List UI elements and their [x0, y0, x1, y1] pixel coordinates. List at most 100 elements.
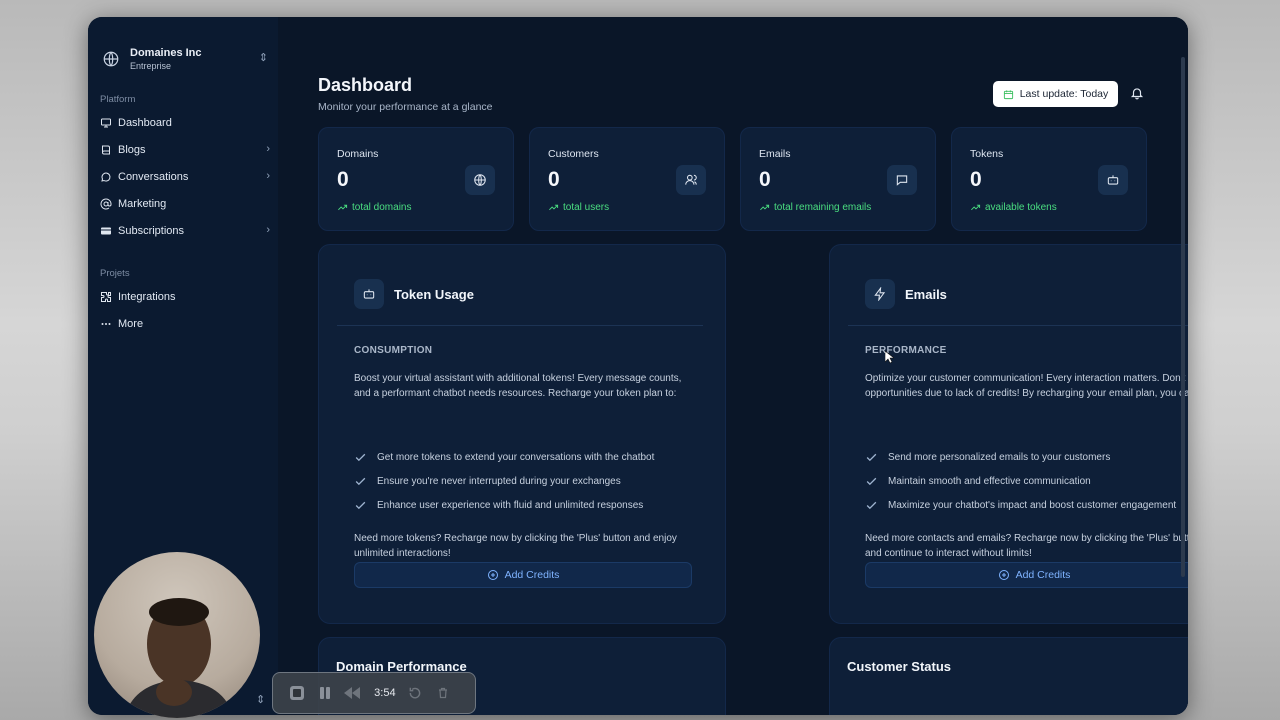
plus-circle-icon: [998, 570, 1009, 580]
trending-up-icon: [338, 204, 348, 211]
token-usage-panel: Token Usage CONSUMPTION Boost your virtu…: [318, 244, 726, 624]
panel-header: Emails: [865, 279, 947, 309]
pause-button[interactable]: [315, 683, 335, 703]
section-platform: Platform: [100, 94, 136, 105]
sidebar-item-label: More: [118, 318, 144, 330]
divider: [337, 325, 703, 326]
recording-time: 3:54: [374, 687, 396, 699]
sidebar-item-label: Blogs: [118, 144, 146, 156]
trending-up-icon: [760, 204, 770, 211]
main-content: Dashboard Monitor your performance at a …: [278, 17, 1188, 715]
users-icon: [676, 165, 706, 195]
stat-label: Tokens: [970, 148, 1004, 160]
sidebar-item-dashboard[interactable]: Dashboard: [100, 113, 270, 133]
panel-title: Emails: [905, 286, 947, 302]
stat-card-customers: Customers 0 total users: [529, 127, 725, 231]
chevron-right-icon: ›: [266, 170, 270, 182]
panel-description: Boost your virtual assistant with additi…: [354, 373, 682, 399]
scrollbar[interactable]: [1181, 57, 1185, 577]
stat-value: 0: [759, 168, 771, 191]
check-icon: [866, 453, 877, 462]
list-item-label: Maximize your chatbot's impact and boost…: [888, 500, 1177, 511]
stat-trend-label: total remaining emails: [774, 202, 872, 213]
org-name: Domaines Inc: [130, 47, 202, 59]
chevron-updown-icon[interactable]: ⇕: [256, 693, 265, 706]
list-item-label: Maintain smooth and effective communicat…: [888, 476, 1091, 487]
dots-icon: [100, 318, 112, 330]
list-item: Maximize your chatbot's impact and boost…: [865, 499, 1176, 512]
list-item: Send more personalized emails to your cu…: [865, 451, 1110, 464]
stat-value: 0: [337, 168, 349, 191]
message-icon: [887, 165, 917, 195]
list-item: Enhance user experience with fluid and u…: [354, 499, 643, 512]
bell-icon[interactable]: [1130, 86, 1144, 100]
check-icon: [355, 453, 366, 462]
sidebar-item-marketing[interactable]: Marketing: [100, 194, 270, 214]
stat-card-tokens: Tokens 0 available tokens: [951, 127, 1147, 231]
list-item-label: Enhance user experience with fluid and u…: [377, 500, 644, 511]
sidebar-item-label: Subscriptions: [118, 225, 185, 237]
sidebar-item-label: Marketing: [118, 198, 167, 210]
panel-note: Need more tokens? Recharge now by clicki…: [354, 533, 677, 559]
check-icon: [866, 477, 877, 486]
restart-icon[interactable]: [406, 683, 426, 703]
globe-logo-icon: [100, 48, 122, 70]
stat-value: 0: [548, 168, 560, 191]
trash-icon[interactable]: [433, 683, 453, 703]
rewind-button[interactable]: [342, 683, 362, 703]
sidebar-item-more[interactable]: More: [100, 314, 270, 334]
bot-icon: [354, 279, 384, 309]
presenter-video-icon: [124, 598, 234, 718]
list-item-label: Get more tokens to extend your conversat…: [377, 452, 655, 463]
sidebar-item-blogs[interactable]: Blogs ›: [100, 140, 270, 160]
list-item: Ensure you're never interrupted during y…: [354, 475, 621, 488]
sidebar-item-integrations[interactable]: Integrations: [100, 287, 270, 307]
list-item: Get more tokens to extend your conversat…: [354, 451, 654, 464]
section-projects: Projets: [100, 268, 130, 279]
emails-panel: Emails PERFORMANCE Optimize your custome…: [829, 244, 1188, 624]
stat-trend-label: available tokens: [985, 202, 1057, 213]
last-update-label: Last update: Today: [1019, 88, 1109, 100]
card-title: Customer Status: [847, 659, 952, 674]
chevron-right-icon: ›: [266, 143, 270, 155]
puzzle-icon: [100, 291, 112, 303]
add-credits-label: Add Credits: [1015, 569, 1071, 581]
trending-up-icon: [549, 204, 559, 211]
panel-description: Optimize your customer communication! Ev…: [865, 373, 1188, 399]
stat-label: Domains: [337, 148, 379, 160]
credit-card-icon: [100, 225, 112, 237]
add-credits-button[interactable]: Add Credits: [354, 562, 692, 588]
check-icon: [355, 501, 366, 510]
chevron-updown-icon: ⇕: [258, 52, 268, 64]
sidebar-item-conversations[interactable]: Conversations ›: [100, 167, 270, 187]
panel-header: Token Usage: [354, 279, 474, 309]
customer-status-card: Customer Status: [829, 637, 1188, 715]
add-credits-button[interactable]: Add Credits: [865, 562, 1188, 588]
add-credits-label: Add Credits: [504, 569, 560, 581]
recording-controls: 3:54: [272, 672, 476, 714]
list-item: Maintain smooth and effective communicat…: [865, 475, 1091, 488]
panel-eyebrow: PERFORMANCE: [865, 345, 947, 356]
sidebar-item-label: Conversations: [118, 171, 189, 183]
check-icon: [355, 477, 366, 486]
stat-trend: total users: [548, 202, 609, 213]
bot-icon: [1098, 165, 1128, 195]
stat-trend: total domains: [337, 202, 411, 213]
org-plan: Entreprise: [130, 61, 172, 71]
at-icon: [100, 198, 112, 210]
chevron-right-icon: ›: [266, 224, 270, 236]
book-icon: [100, 144, 112, 156]
last-update-button[interactable]: Last update: Today: [993, 81, 1118, 107]
divider: [848, 325, 1188, 326]
stat-label: Customers: [548, 148, 599, 160]
org-switcher[interactable]: Domaines Inc Entreprise ⇕: [100, 43, 270, 75]
calendar-icon: [1003, 89, 1013, 99]
mouse-cursor-icon: [885, 351, 894, 364]
stat-card-emails: Emails 0 total remaining emails: [740, 127, 936, 231]
lightning-icon: [865, 279, 895, 309]
stat-label: Emails: [759, 148, 791, 160]
page-title: Dashboard: [318, 75, 413, 95]
sidebar-item-subscriptions[interactable]: Subscriptions ›: [100, 221, 270, 241]
trending-up-icon: [971, 204, 981, 211]
stop-button[interactable]: [287, 683, 307, 703]
